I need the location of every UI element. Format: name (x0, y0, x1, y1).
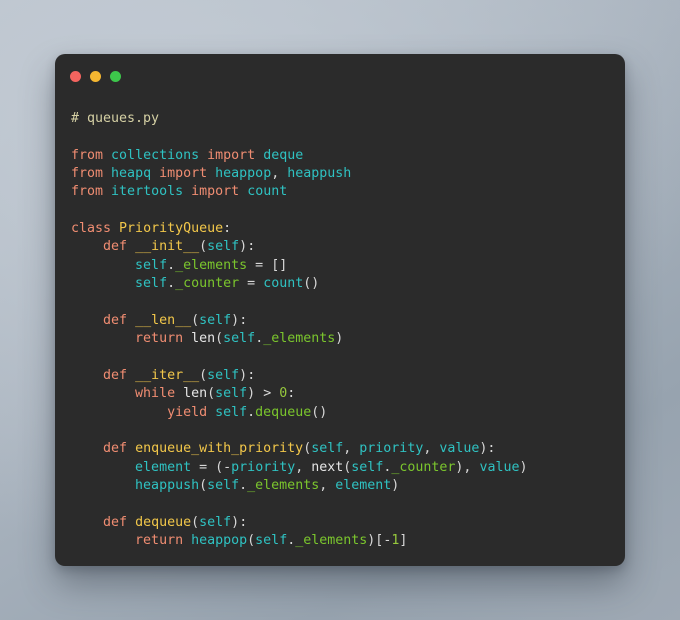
code-editor-area[interactable]: # queues.py from collections import deque… (55, 98, 625, 566)
code-line: class PriorityQueue: (71, 221, 232, 237)
code-line: return len(self._elements) (135, 331, 344, 347)
code-line: def dequeue(self): (103, 514, 248, 530)
code-line: from collections import deque (71, 147, 304, 163)
code-line: self._counter = count() (135, 276, 320, 292)
code-line: def __len__(self): (103, 312, 248, 328)
code-line: while len(self) > 0: (135, 386, 296, 402)
close-button[interactable] (70, 70, 81, 82)
code-line: def enqueue_with_priority(self, priority… (103, 441, 496, 457)
window-titlebar (55, 54, 625, 98)
code-line: heappush(self._elements, element) (135, 477, 400, 493)
code-line: element = (-priority, next(self._counter… (135, 459, 528, 475)
code-line: self._elements = [] (135, 257, 288, 273)
minimize-button[interactable] (90, 70, 101, 82)
code-line: yield self.dequeue() (167, 404, 328, 420)
code-line: def __iter__(self): (103, 367, 256, 383)
code-line: from heapq import heappop, heappush (71, 166, 352, 182)
code-line: from itertools import count (71, 184, 288, 200)
code-line: return heappop(self._elements)[-1] (135, 532, 408, 548)
screenshot-canvas: # queues.py from collections import deque… (0, 0, 680, 620)
python-source-code[interactable]: # queues.py from collections import deque… (71, 110, 609, 550)
code-line: # queues.py (71, 111, 160, 126)
zoom-button[interactable] (110, 70, 121, 82)
code-line: def __init__(self): (103, 239, 256, 255)
code-snippet-window: # queues.py from collections import deque… (55, 54, 625, 566)
